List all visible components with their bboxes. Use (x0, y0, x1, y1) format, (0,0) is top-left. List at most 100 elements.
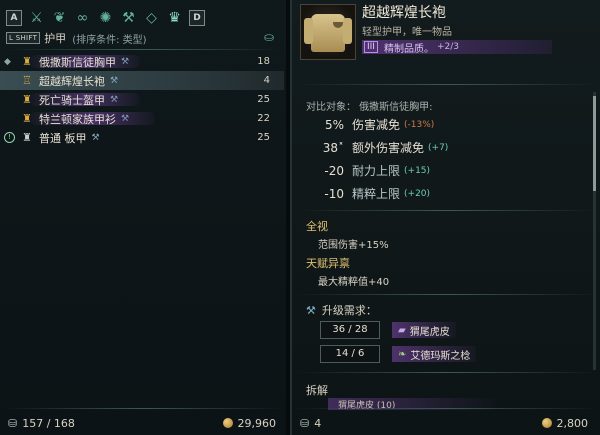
perk-desc: 范围伤害+15% (318, 240, 389, 251)
crossed-swords-icon[interactable]: ⚔ (28, 10, 45, 27)
item-count: 18 (257, 56, 270, 67)
upgrade-requirement: 36 / 28 ▰ 猬尾虎皮 (320, 321, 580, 339)
inventory-panel: A ⚔ ❦ ∞ ✺ ⚒ ◇ ♛ D L SHIFT 护甲 (排序条件: 类型) … (0, 0, 288, 435)
requirement-material: ▰ 猬尾虎皮 (392, 322, 456, 338)
stat-value: 38˟ (322, 140, 344, 155)
stat-row: -10 精粹上限 (+20) (292, 182, 582, 205)
divider (296, 84, 598, 85)
stat-list: 5% 伤害减免 (-13%) 38˟ 额外伤害减免 (+7) -20 耐力上限 … (292, 113, 582, 205)
item-title: 超越辉煌长袍 轻型护甲，唯一物品 (362, 2, 592, 38)
price-value: 2,800 (556, 416, 589, 430)
details-scrollbar[interactable] (593, 92, 596, 370)
hammer-icon: ⚒ (91, 132, 100, 143)
item-portrait (300, 4, 356, 60)
item-name: 死亡骑士盔甲 (39, 93, 105, 107)
item-count: 22 (257, 113, 270, 124)
gem-icon[interactable]: ◇ (143, 10, 160, 27)
coin-icon (541, 418, 552, 428)
capacity-value: 157 / 168 (22, 416, 75, 430)
item-list: ◆ ♜ 俄撒斯信徒胸甲 ⚒ 18 ♖ 超越辉煌长袍 ⚒ 4 ♜ 死亡骑士盔甲 ⚒… (0, 52, 284, 147)
item-name: 特兰顿家族甲衫 (39, 112, 116, 126)
material-name: 艾德玛斯之棯 (410, 350, 471, 362)
capacity-display: ⛁ 157 / 168 (8, 411, 75, 435)
divider (296, 408, 598, 409)
item-name: 超越辉煌长袍 (39, 74, 105, 88)
weight-icon: ⛁ (300, 416, 310, 430)
alert-mark-icon: ! (4, 132, 15, 143)
stat-row: 5% 伤害减免 (-13%) (292, 113, 582, 136)
stat-delta: (+20) (404, 188, 431, 199)
quality-label: 精制品质。 (383, 43, 434, 55)
salvage-label: 拆解 (306, 384, 328, 397)
item-count: 25 (257, 132, 270, 143)
prev-category-key[interactable]: A (6, 10, 22, 26)
item-name: 普通 板甲 (39, 131, 87, 145)
item-details-panel: 超越辉煌长袍 轻型护甲，唯一物品 III 精制品质。 +2/3 对比对象： 俄撒… (290, 0, 600, 435)
anvil-icon[interactable]: ⚒ (120, 10, 137, 27)
shift-key[interactable]: L SHIFT (6, 32, 41, 44)
requirement-amount: 14 / 6 (320, 345, 380, 363)
list-item[interactable]: ! ♜ 普通 板甲 ⚒ 25 (0, 128, 284, 147)
hide-icon: ▰ (398, 324, 406, 336)
stat-row: -20 耐力上限 (+15) (292, 159, 582, 182)
spiral-icon[interactable]: ❦ (51, 10, 68, 27)
stat-name: 精粹上限 (352, 187, 401, 201)
list-item-selected[interactable]: ♖ 超越辉煌长袍 ⚒ 4 (0, 71, 284, 90)
sort-row[interactable]: L SHIFT 护甲 (排序条件: 类型) ⛀ (6, 30, 280, 46)
plate-icon: ♜ (22, 131, 32, 144)
favorite-mark-icon: ◆ (4, 56, 11, 67)
hammer-icon: ⚒ (110, 75, 119, 86)
requirement-material: ❧ 艾德玛斯之棯 (392, 346, 477, 362)
claw-icon[interactable]: ✺ (97, 10, 114, 27)
stat-delta: (-13%) (404, 119, 435, 130)
divider (296, 372, 598, 373)
item-count: 25 (257, 94, 270, 105)
gold-display: 29,960 (222, 411, 277, 435)
stat-value: -10 (324, 186, 344, 201)
scrollbar-thumb[interactable] (593, 96, 596, 191)
herb-icon: ❧ (398, 348, 407, 360)
category-bar: A ⚔ ❦ ∞ ✺ ⚒ ◇ ♛ D (6, 7, 280, 29)
coin-icon (222, 418, 233, 428)
list-item[interactable]: ◆ ♜ 俄撒斯信徒胸甲 ⚒ 18 (0, 52, 284, 71)
stat-delta: (+15) (404, 165, 431, 176)
perk-title: 天赋异禀 (306, 257, 350, 270)
category-label: 护甲 (44, 32, 67, 45)
list-item[interactable]: ♜ 特兰顿家族甲衫 ⚒ 22 (0, 109, 284, 128)
divider (296, 210, 598, 211)
price-display: 2,800 (541, 411, 589, 435)
perk-desc: 最大精粹值+40 (318, 277, 390, 288)
quality-rank: III (364, 41, 378, 53)
quality-value: +2/3 (436, 42, 459, 52)
item-type: 轻型护甲，唯一物品 (362, 27, 452, 38)
item-count: 4 (263, 75, 270, 86)
requirement-amount: 36 / 28 (320, 321, 380, 339)
list-item[interactable]: ♜ 死亡骑士盔甲 ⚒ 25 (0, 90, 284, 109)
crown-icon[interactable]: ♛ (166, 10, 183, 27)
item-name: 超越辉煌长袍 (362, 5, 446, 21)
material-name: 猬尾虎皮 (409, 326, 450, 338)
gold-value: 29,960 (237, 416, 277, 430)
weight-icon: ⛁ (8, 416, 18, 430)
sort-condition: (排序条件: 类型) (72, 34, 147, 46)
stat-row: 38˟ 额外伤害减免 (+7) (292, 136, 582, 159)
lock-icon[interactable]: ⛀ (264, 30, 274, 44)
item-name: 俄撒斯信徒胸甲 (39, 55, 116, 69)
robe-icon: ♖ (22, 74, 32, 87)
next-category-key[interactable]: D (189, 10, 205, 26)
stat-delta: (+7) (428, 142, 449, 153)
robe-icon (304, 14, 352, 52)
owned-count-display: ⛁ 4 (300, 411, 321, 435)
stat-name: 伤害减免 (352, 118, 401, 132)
anvil-icon: ⚒ (306, 303, 316, 317)
compare-label: 对比对象： 俄撒斯信徒胸甲: (306, 102, 433, 113)
stat-name: 额外伤害减免 (352, 141, 425, 155)
divider (4, 408, 282, 409)
owned-count: 4 (314, 416, 322, 430)
divider (296, 294, 598, 295)
upgrade-label: 升级需求： (321, 304, 377, 317)
perk-title: 全视 (306, 220, 328, 233)
stat-value: -20 (324, 163, 344, 178)
quality-bar: III 精制品质。 +2/3 (362, 40, 552, 55)
rings-icon[interactable]: ∞ (74, 10, 91, 27)
